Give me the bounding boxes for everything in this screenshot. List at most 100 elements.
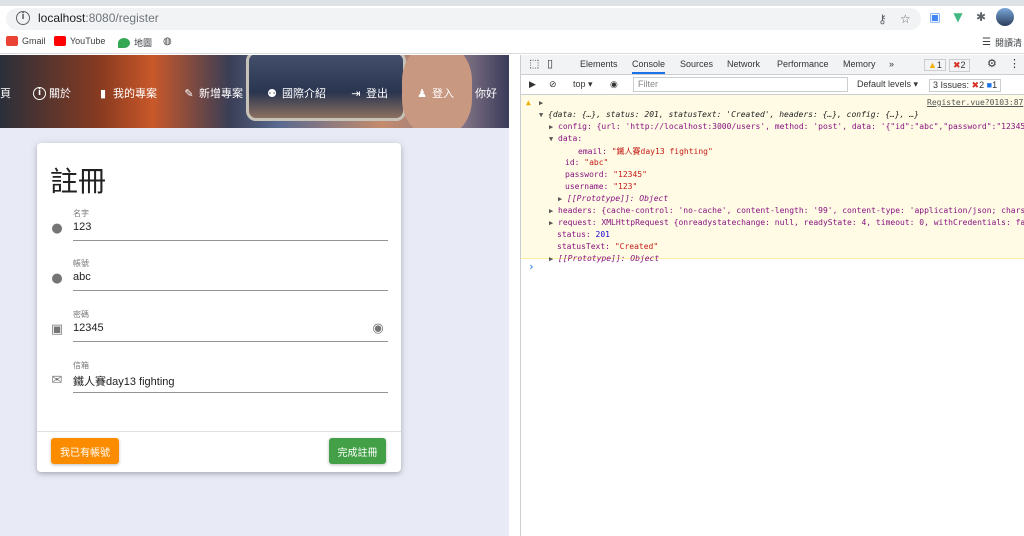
- vue-devtools-icon[interactable]: ▼: [950, 9, 966, 25]
- bookmark-maps[interactable]: 地圖: [118, 36, 152, 49]
- context-select[interactable]: top ▾: [573, 79, 593, 90]
- bookmark-globe[interactable]: ◍: [163, 36, 172, 47]
- device-toggle-icon[interactable]: ▯: [547, 57, 553, 70]
- url-host: localhost: [38, 11, 86, 25]
- name-field[interactable]: ● 名字 123: [49, 203, 389, 243]
- data-row[interactable]: ▼ data:: [549, 134, 582, 143]
- profile-avatar[interactable]: [996, 8, 1014, 26]
- card-divider: [37, 431, 401, 432]
- email-underline: [73, 392, 388, 393]
- file-icon: ▮: [99, 86, 107, 100]
- page-title: 註冊: [50, 165, 107, 198]
- password-value[interactable]: 12345: [73, 322, 104, 334]
- request-row[interactable]: ▶ request: XMLHttpRequest {onreadystatec…: [549, 218, 1024, 227]
- bookmark-gmail[interactable]: Gmail: [6, 36, 46, 46]
- person-icon: ♟: [417, 86, 427, 100]
- inspect-icon[interactable]: ⬚: [529, 57, 539, 70]
- statustext-row: statusText: "Created": [557, 242, 659, 251]
- site-info-icon[interactable]: i: [16, 11, 30, 25]
- log-expand-toggle[interactable]: ▶: [539, 98, 543, 107]
- account-circle-icon: ●: [51, 221, 63, 236]
- source-link[interactable]: Register.vue?0103:87: [927, 98, 1023, 107]
- star-icon[interactable]: ☆: [900, 12, 911, 26]
- key-icon[interactable]: ⚷: [878, 12, 887, 26]
- lock-icon: ▣: [50, 322, 64, 337]
- issues-button[interactable]: 3 Issues: ✖2 ■1: [929, 79, 1002, 92]
- warning-icon: ▲: [526, 98, 531, 107]
- info-icon: i: [33, 86, 46, 100]
- tab-performance[interactable]: Performance: [777, 59, 829, 69]
- issues-error-icon: ✖: [971, 80, 980, 90]
- logout-icon: ⇥: [351, 86, 361, 100]
- tab-console[interactable]: Console: [632, 59, 666, 74]
- nav-about[interactable]: i 關於: [33, 82, 71, 104]
- submit-register-button[interactable]: 完成註冊: [329, 438, 386, 464]
- maps-icon: [118, 37, 130, 48]
- clear-console-icon[interactable]: ⊘: [549, 79, 557, 90]
- url-path: :8080/register: [85, 11, 159, 25]
- log-levels-select[interactable]: Default levels ▾: [857, 79, 918, 90]
- name-label: 名字: [73, 209, 89, 218]
- email-field[interactable]: ✉ 信箱 鐵人賽day13 fighting: [49, 355, 389, 395]
- headers-row[interactable]: ▶ headers: {cache-control: 'no-cache', c…: [549, 206, 1024, 215]
- sidebar-toggle-icon[interactable]: ▶: [529, 79, 536, 90]
- nav-new-project[interactable]: ✎ 新增專案: [182, 82, 243, 104]
- config-row[interactable]: ▶ config: {url: 'http://localhost:3000/u…: [549, 122, 1024, 131]
- address-bar: i localhost:8080/register ⚷ ☆ ▣ ▼ ✱: [0, 6, 1024, 32]
- settings-gear-icon[interactable]: ⚙: [987, 57, 997, 70]
- translate-extension-icon[interactable]: ▣: [927, 9, 943, 25]
- account-underline: [73, 290, 388, 291]
- email-label: 信箱: [73, 361, 89, 370]
- console-prompt[interactable]: ›: [528, 260, 535, 273]
- bookmarks-bar: Gmail YouTube 地圖 ◍ ☰ 閱讀清: [0, 32, 1024, 54]
- account-field[interactable]: ● 帳號 abc: [49, 253, 389, 293]
- devtools-panel: ⬚ ▯ Elements Console Sources Network Per…: [520, 55, 1024, 536]
- nav-logout[interactable]: ⇥ 登出: [349, 82, 388, 104]
- have-account-button[interactable]: 我已有帳號: [51, 438, 119, 464]
- bookmark-youtube[interactable]: YouTube: [54, 36, 105, 46]
- tab-sources[interactable]: Sources: [680, 59, 713, 69]
- nav-greeting: 你好: [475, 87, 497, 100]
- console-filter-input[interactable]: Filter: [633, 77, 848, 92]
- extensions-puzzle-icon[interactable]: ✱: [973, 9, 989, 25]
- account-circle-icon: ●: [51, 271, 63, 286]
- eye-icon[interactable]: ◉: [369, 321, 387, 337]
- data-prototype-row[interactable]: ▶ [[Prototype]]: Object: [558, 194, 668, 203]
- password-field[interactable]: ▣ 密碼 12345 ◉: [49, 304, 389, 344]
- error-icon: ✖: [953, 60, 961, 70]
- nav-my-projects[interactable]: ▮ 我的專案: [96, 82, 157, 104]
- register-card: 註冊 ● 名字 123 ● 帳號 abc ▣ 密碼 12345 ◉ ✉ 信箱 鐵…: [37, 143, 401, 472]
- live-expression-eye-icon[interactable]: ◉: [610, 79, 618, 90]
- email-row: email: "鐵人賽day13 fighting": [578, 147, 713, 156]
- more-tabs-button[interactable]: »: [889, 59, 894, 69]
- nav-international[interactable]: ⚉ 國際介紹: [265, 82, 326, 104]
- email-icon: ✉: [51, 373, 63, 388]
- nav-login[interactable]: ♟ 登入: [415, 82, 454, 104]
- account-label: 帳號: [73, 259, 89, 268]
- email-value[interactable]: 鐵人賽day13 fighting: [73, 373, 175, 389]
- name-underline: [73, 240, 388, 241]
- name-value[interactable]: 123: [73, 221, 91, 233]
- url-text[interactable]: localhost:8080/register: [38, 11, 159, 25]
- youtube-icon: [54, 36, 66, 46]
- account-value[interactable]: abc: [73, 271, 91, 283]
- tab-network[interactable]: Network: [727, 59, 760, 69]
- nav-home[interactable]: 頁: [0, 82, 11, 104]
- tab-memory[interactable]: Memory: [843, 59, 876, 69]
- warnings-badge[interactable]: ▲1: [924, 59, 946, 71]
- password-underline: [73, 341, 388, 342]
- log-summary[interactable]: ▼ {data: {…}, status: 201, statusText: '…: [539, 110, 919, 119]
- reading-list[interactable]: ☰ 閱讀清: [982, 36, 1022, 49]
- errors-badge[interactable]: ✖2: [949, 59, 970, 72]
- app-viewport: 頁 i 關於 ▮ 我的專案 ✎ 新增專案 ⚉ 國際介紹 ⇥ 登出 ♟ 登入 你好 註冊 ● …: [0, 55, 509, 536]
- tab-elements[interactable]: Elements: [580, 59, 618, 69]
- more-menu-icon[interactable]: ⋮: [1009, 57, 1020, 70]
- hero-banner: 頁 i 關於 ▮ 我的專案 ✎ 新增專案 ⚉ 國際介紹 ⇥ 登出 ♟ 登入 你好: [0, 55, 509, 128]
- devtools-toolbar: ⬚ ▯ Elements Console Sources Network Per…: [521, 55, 1024, 75]
- console-log-entry: ▲ ▶ Register.vue?0103:87 ▼ {data: {…}, s…: [521, 95, 1024, 263]
- globe-icon: ◍: [163, 36, 172, 47]
- omnibox[interactable]: i localhost:8080/register ⚷ ☆: [6, 8, 921, 30]
- status-row: status: 201: [557, 230, 610, 239]
- prototype-row[interactable]: ▶ [[Prototype]]: Object: [549, 254, 659, 263]
- gmail-icon: [6, 36, 18, 46]
